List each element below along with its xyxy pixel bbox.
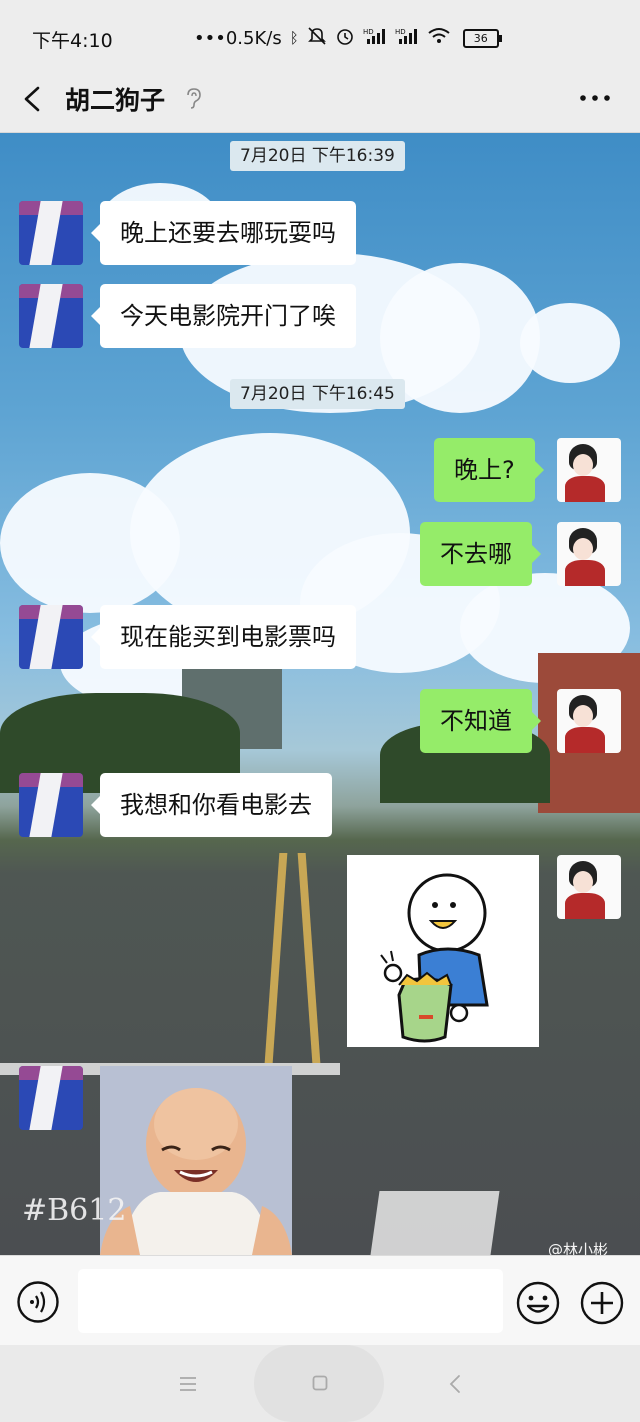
input-bar [0, 1255, 640, 1346]
sent-message[interactable]: 不去哪 [420, 522, 541, 586]
voice-icon[interactable] [17, 1281, 59, 1323]
received-message[interactable]: 晚上还要去哪玩耍吗 [91, 201, 356, 265]
status-icons: •••0.5K/s ᛒ HD HD 36 [194, 26, 502, 50]
road-line [264, 853, 288, 1063]
received-message[interactable]: 我想和你看电影去 [91, 773, 332, 837]
sticker-message[interactable] [347, 855, 539, 1047]
chat-title: 胡二狗子 [65, 86, 166, 115]
emoji-icon[interactable] [516, 1281, 560, 1325]
back-nav-icon[interactable] [448, 1373, 462, 1395]
status-bar: 下午4:10 •••0.5K/s ᛒ HD HD 36 [0, 0, 640, 70]
svg-text:HD: HD [363, 28, 374, 36]
contact-avatar[interactable] [19, 284, 83, 348]
received-message[interactable]: 今天电影院开门了唉 [91, 284, 356, 348]
smiling-baby-photo [100, 1066, 292, 1255]
bluetooth-icon: ᛒ [289, 29, 299, 47]
watermark-right: @林小彬 [548, 1241, 609, 1255]
message-timestamp: 7月20日 下午16:45 [230, 379, 405, 409]
svg-text:HD: HD [395, 28, 406, 36]
message-timestamp: 7月20日 下午16:39 [230, 141, 405, 171]
watermark-left: #B612 [22, 1193, 127, 1228]
road-line [297, 853, 321, 1063]
road-marking [370, 1191, 500, 1255]
message-input[interactable] [78, 1269, 503, 1333]
status-time: 下午4:10 [32, 30, 113, 52]
my-avatar[interactable] [557, 438, 621, 502]
chevron-left-icon[interactable] [18, 84, 48, 114]
sent-message[interactable]: 晚上? [434, 438, 544, 502]
ear-icon [187, 88, 201, 109]
network-speed: •••0.5K/s [194, 27, 282, 49]
chat-area[interactable]: 7月20日 下午16:39 晚上还要去哪玩耍吗 今天电影院开门了唉 7月20日 … [0, 133, 640, 1255]
wifi-icon [427, 27, 451, 49]
more-dots-icon[interactable] [578, 88, 612, 108]
plus-icon[interactable] [580, 1281, 624, 1325]
mute-icon [307, 26, 327, 50]
contact-avatar[interactable] [19, 773, 83, 837]
image-message[interactable] [100, 1066, 292, 1255]
chat-header: 胡二狗子 [0, 70, 640, 133]
signal-hd-icon: HD [395, 27, 419, 49]
my-avatar[interactable] [557, 689, 621, 753]
signal-hd-icon: HD [363, 27, 387, 49]
contact-avatar[interactable] [19, 605, 83, 669]
cartoon-eating-chips-sticker [380, 873, 489, 1043]
background-cloud [520, 303, 620, 383]
contact-avatar[interactable] [19, 201, 83, 265]
menu-icon[interactable] [178, 1375, 198, 1393]
my-avatar[interactable] [557, 522, 621, 586]
sent-message[interactable]: 不知道 [420, 689, 541, 753]
contact-avatar[interactable] [19, 1066, 83, 1130]
my-avatar[interactable] [557, 855, 621, 919]
system-nav-bar [0, 1345, 640, 1422]
alarm-icon [335, 26, 355, 50]
received-message[interactable]: 现在能买到电影票吗 [91, 605, 356, 669]
home-icon[interactable] [312, 1375, 328, 1391]
battery-icon: 36 [462, 28, 502, 48]
